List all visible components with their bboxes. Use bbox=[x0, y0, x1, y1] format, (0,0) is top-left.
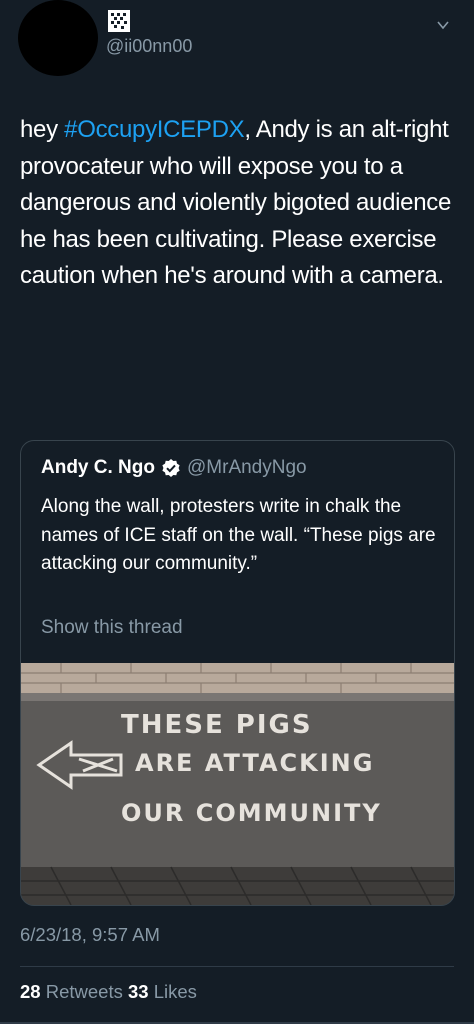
verified-badge-icon bbox=[162, 459, 180, 477]
divider bbox=[20, 966, 454, 967]
chalk-line-1: THESE PIGS bbox=[121, 710, 313, 740]
author-handle[interactable]: @ii00nn00 bbox=[106, 36, 192, 57]
show-thread-link[interactable]: Show this thread bbox=[41, 617, 183, 639]
tweet-text-part: hey bbox=[20, 116, 65, 143]
chalk-line-3: OUR COMMUNITY bbox=[121, 799, 382, 827]
avatar[interactable] bbox=[18, 0, 98, 76]
tweet-photo[interactable]: THESE PIGS ARE ATTACKING OUR COMMUNITY bbox=[21, 663, 454, 905]
retweets-label[interactable]: Retweets bbox=[46, 981, 123, 1002]
engagement-stats: 28 Retweets 33 Likes bbox=[20, 981, 197, 1003]
likes-count[interactable]: 33 bbox=[128, 981, 149, 1002]
tweet-text: hey #OccupyICEPDX, Andy is an alt-right … bbox=[20, 112, 460, 295]
hashtag-link[interactable]: #OccupyICEPDX bbox=[64, 116, 244, 143]
quoted-tweet-header: Andy C. Ngo @MrAndyNgo bbox=[41, 457, 307, 479]
retweets-count[interactable]: 28 bbox=[20, 981, 41, 1002]
quoted-tweet-text: Along the wall, protesters write in chal… bbox=[41, 496, 436, 574]
chalk-line-2: ARE ATTACKING bbox=[135, 749, 374, 777]
qr-grid-icon bbox=[108, 10, 130, 32]
quoted-author-name: Andy C. Ngo bbox=[41, 457, 155, 478]
likes-label[interactable]: Likes bbox=[154, 981, 197, 1002]
tweet-timestamp: 6/23/18, 9:57 AM bbox=[20, 924, 160, 945]
quoted-tweet-card[interactable]: Andy C. Ngo @MrAndyNgo Along the wall, p… bbox=[20, 440, 455, 906]
chevron-down-icon[interactable] bbox=[436, 18, 450, 32]
quoted-author-handle: @MrAndyNgo bbox=[187, 457, 307, 478]
